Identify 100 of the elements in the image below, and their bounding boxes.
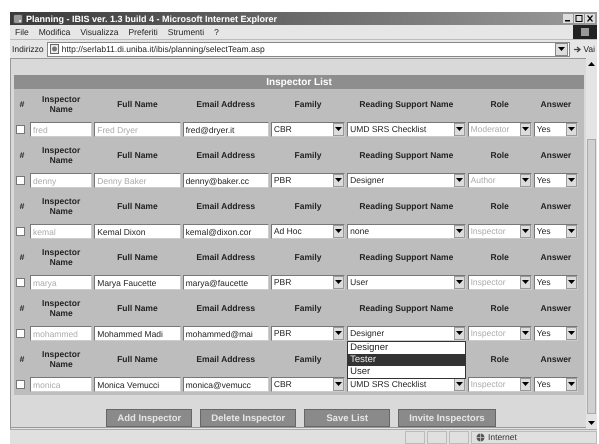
- column-header: Answer: [540, 354, 572, 364]
- dropdown[interactable]: CBR: [270, 376, 346, 392]
- go-arrow-icon: [573, 44, 582, 54]
- dropdown[interactable]: PBR: [270, 172, 346, 188]
- go-button[interactable]: Vai: [573, 44, 597, 54]
- dropdown[interactable]: CBR: [270, 122, 346, 136]
- column-header: Inspector Name: [41, 144, 82, 164]
- column-header: Role: [490, 98, 509, 108]
- caret-icon: [522, 382, 529, 386]
- caret-icon: [568, 178, 575, 182]
- menu-item[interactable]: ?: [209, 27, 224, 37]
- dropdown-button[interactable]: [555, 42, 568, 56]
- checkbox[interactable]: [16, 328, 25, 338]
- column-header: Family: [294, 302, 322, 312]
- menu-item[interactable]: Preferiti: [123, 27, 163, 37]
- caret-icon: [568, 228, 575, 234]
- dropdown[interactable]: Yes: [534, 326, 578, 340]
- column-header: Email Address: [196, 252, 256, 262]
- caret-icon: [456, 330, 463, 336]
- checkbox[interactable]: [16, 380, 25, 388]
- caret-icon: [522, 178, 529, 182]
- column-header: Role: [490, 150, 509, 160]
- caret-icon: [456, 382, 463, 386]
- input-field[interactable]: mohammed@mai: [182, 326, 269, 340]
- caret-icon: [456, 126, 463, 132]
- column-header: Reading Support Name: [359, 98, 454, 108]
- caret-icon: [522, 126, 529, 132]
- status-panel: [449, 430, 469, 444]
- dropdown[interactable]: Ad Hoc: [270, 224, 346, 238]
- menu-item[interactable]: File: [10, 27, 34, 37]
- dropdown[interactable]: Yes: [534, 172, 578, 188]
- globe-icon: [476, 432, 485, 442]
- column-header: #: [20, 150, 24, 160]
- column-header: Reading Support Name: [359, 150, 454, 160]
- menu-item[interactable]: Visualizza: [75, 27, 124, 37]
- column-header: Answer: [540, 200, 572, 210]
- input-field[interactable]: Monica Vemucci: [94, 376, 181, 392]
- status-panel: [405, 430, 425, 444]
- dropdown[interactable]: Yes: [534, 274, 578, 290]
- menu-item[interactable]: Modifica: [34, 27, 76, 37]
- column-header: #: [20, 354, 24, 364]
- input-field[interactable]: Kemal Dixon: [94, 224, 181, 238]
- column-header: Inspector Name: [41, 246, 82, 266]
- column-header: #: [20, 252, 24, 262]
- dropdown-option[interactable]: Designer: [348, 342, 465, 354]
- dropdown[interactable]: UMD SRS Checklist: [347, 122, 466, 136]
- column-header: #: [20, 200, 24, 210]
- caret-icon: [568, 280, 575, 284]
- menu-item[interactable]: Strumenti: [162, 27, 210, 37]
- input-field[interactable]: Marya Faucette: [94, 274, 181, 290]
- input-field[interactable]: Mohammed Madi: [94, 326, 181, 340]
- checkbox[interactable]: [16, 176, 25, 184]
- caret-icon: [456, 178, 463, 182]
- column-header: Role: [490, 252, 509, 262]
- caret-icon: [335, 330, 342, 336]
- maximize-icon[interactable]: [574, 14, 584, 23]
- scroll-down-icon: [588, 421, 595, 426]
- caret-icon: [568, 126, 575, 132]
- input-field[interactable]: kemal@dixon.cor: [182, 224, 269, 238]
- checkbox[interactable]: [16, 226, 25, 236]
- dropdown[interactable]: PBR: [270, 326, 346, 340]
- minimize-icon[interactable]: [563, 14, 573, 23]
- caret-icon: [522, 228, 529, 234]
- input-field[interactable]: denny@baker.cc: [182, 172, 269, 188]
- caret-icon: [568, 330, 575, 336]
- column-header: Full Name: [117, 200, 158, 210]
- checkbox[interactable]: [16, 124, 25, 134]
- dropdown-option[interactable]: User: [348, 366, 465, 378]
- caret-icon: [456, 280, 463, 284]
- status-panel: [427, 430, 447, 444]
- checkbox[interactable]: [16, 278, 25, 286]
- dropdown[interactable]: Designer: [347, 172, 466, 188]
- caret-icon: [522, 280, 529, 284]
- caret-icon: [522, 330, 529, 336]
- address-field[interactable]: http://serlab11.di.uniba.it/ibis/planning/selectTeam.asp: [46, 42, 570, 56]
- column-header: Family: [294, 150, 322, 160]
- dropdown[interactable]: Yes: [534, 122, 578, 136]
- dropdown[interactable]: PBR: [270, 274, 346, 290]
- caret-icon: [335, 280, 342, 284]
- column-header: Family: [294, 200, 322, 210]
- column-header: Answer: [540, 98, 572, 108]
- dropdown[interactable]: Designer: [347, 326, 466, 340]
- column-header: Full Name: [117, 302, 158, 312]
- status-zone: Internet: [488, 432, 517, 442]
- close-icon[interactable]: [585, 14, 595, 23]
- column-header: Email Address: [196, 354, 256, 364]
- dropdown-option[interactable]: Tester: [348, 354, 465, 366]
- input-field[interactable]: marya@faucette: [182, 274, 269, 290]
- dropdown[interactable]: Yes: [534, 224, 578, 238]
- dropdown[interactable]: none: [347, 224, 466, 238]
- column-header: Answer: [540, 302, 572, 312]
- caret-icon: [335, 228, 342, 234]
- dropdown[interactable]: Yes: [534, 376, 578, 392]
- column-header: Full Name: [117, 252, 158, 262]
- column-header: Full Name: [117, 98, 158, 108]
- input-field[interactable]: fred@dryer.it: [182, 122, 269, 136]
- column-header: Full Name: [117, 150, 158, 160]
- input-field[interactable]: monica@vemucc: [182, 376, 269, 392]
- dropdown[interactable]: User: [347, 274, 466, 290]
- vertical-scrollbar[interactable]: [586, 58, 597, 429]
